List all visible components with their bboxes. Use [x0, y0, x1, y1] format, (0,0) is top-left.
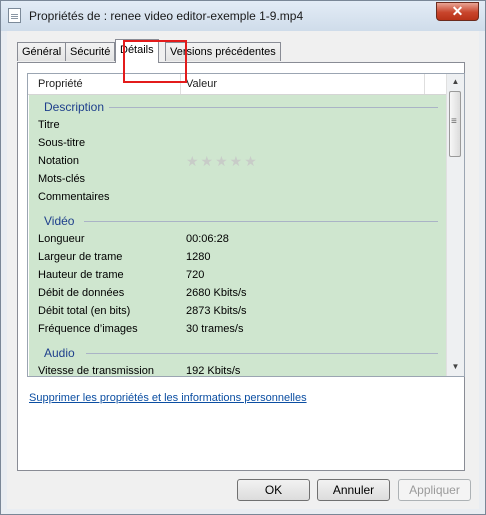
property-name: Hauteur de trame — [38, 269, 124, 281]
property-name: Notation — [38, 155, 79, 167]
group-audio: Audio — [29, 343, 446, 363]
list-item[interactable]: Débit total (en bits) 2873 Kbits/s — [29, 303, 446, 321]
cancel-button[interactable]: Annuler — [317, 479, 390, 501]
group-label: Vidéo — [44, 214, 75, 228]
close-button[interactable]: ✕ — [436, 2, 479, 21]
file-icon — [8, 8, 21, 23]
list-item[interactable]: Longueur 00:06:28 — [29, 231, 446, 249]
group-divider — [86, 353, 438, 354]
scroll-thumb[interactable] — [449, 91, 461, 157]
group-description: Description — [29, 97, 446, 117]
properties-list[interactable]: Propriété Valeur Description Titre Sous-… — [27, 73, 465, 377]
apply-button: Appliquer — [398, 479, 471, 501]
title-bar[interactable]: Propriétés de : renee video editor-exemp… — [1, 1, 485, 31]
list-item[interactable]: Mots-clés — [29, 171, 446, 189]
property-name: Fréquence d’images — [38, 323, 138, 335]
group-divider — [109, 107, 438, 108]
property-value: 2680 Kbits/s — [186, 287, 247, 299]
property-name: Titre — [38, 119, 60, 131]
window-title: Propriétés de : renee video editor-exemp… — [29, 9, 304, 23]
property-value: 00:06:28 — [186, 233, 229, 245]
property-name: Débit de données — [38, 287, 125, 299]
group-divider — [84, 221, 438, 222]
ok-button[interactable]: OK — [237, 479, 310, 501]
list-item[interactable]: Titre — [29, 117, 446, 135]
scroll-down-arrow-icon[interactable]: ▼ — [447, 359, 464, 376]
property-name: Vitesse de transmission — [38, 365, 154, 377]
tab-security[interactable]: Sécurité — [65, 42, 116, 61]
highlight-annotation — [123, 40, 187, 83]
list-item[interactable]: Vitesse de transmission 192 Kbits/s — [29, 363, 446, 377]
property-name: Sous-titre — [38, 137, 86, 149]
property-value: 1280 — [186, 251, 211, 263]
column-header-value[interactable]: Valeur — [186, 78, 217, 90]
property-name: Mots-clés — [38, 173, 86, 185]
list-header: Propriété Valeur — [28, 74, 446, 95]
dialog-client: Général Sécurité Détails Versions précéd… — [7, 31, 479, 509]
list-item[interactable]: Hauteur de trame 720 — [29, 267, 446, 285]
list-item[interactable]: Sous-titre — [29, 135, 446, 153]
property-value: 192 Kbits/s — [186, 365, 241, 377]
property-name: Largeur de trame — [38, 251, 123, 263]
list-item[interactable]: Fréquence d’images 30 trames/s — [29, 321, 446, 339]
list-item[interactable]: Commentaires — [29, 189, 446, 207]
properties-dialog: Propriétés de : renee video editor-exemp… — [0, 0, 486, 515]
property-name: Débit total (en bits) — [38, 305, 131, 317]
remove-properties-link[interactable]: Supprimer les propriétés et les informat… — [29, 392, 307, 404]
group-label: Description — [44, 100, 105, 114]
group-label: Audio — [44, 346, 75, 360]
property-name: Commentaires — [38, 191, 110, 203]
vertical-scrollbar[interactable]: ▲ ▼ — [446, 74, 464, 376]
tab-general[interactable]: Général — [17, 42, 67, 61]
list-item[interactable]: Largeur de trame 1280 — [29, 249, 446, 267]
list-body: Description Titre Sous-titre Notation ★★… — [29, 95, 446, 376]
list-item[interactable]: Débit de données 2680 Kbits/s — [29, 285, 446, 303]
list-item[interactable]: Notation ★★★★★ — [29, 153, 446, 171]
column-separator[interactable] — [424, 74, 425, 94]
property-value: 720 — [186, 269, 205, 281]
rating-stars[interactable]: ★★★★★ — [186, 153, 259, 170]
property-name: Longueur — [38, 233, 85, 245]
property-value: 2873 Kbits/s — [186, 305, 247, 317]
column-header-property[interactable]: Propriété — [38, 78, 83, 90]
group-video: Vidéo — [29, 211, 446, 231]
property-value: 30 trames/s — [186, 323, 244, 335]
scroll-up-arrow-icon[interactable]: ▲ — [447, 74, 464, 91]
